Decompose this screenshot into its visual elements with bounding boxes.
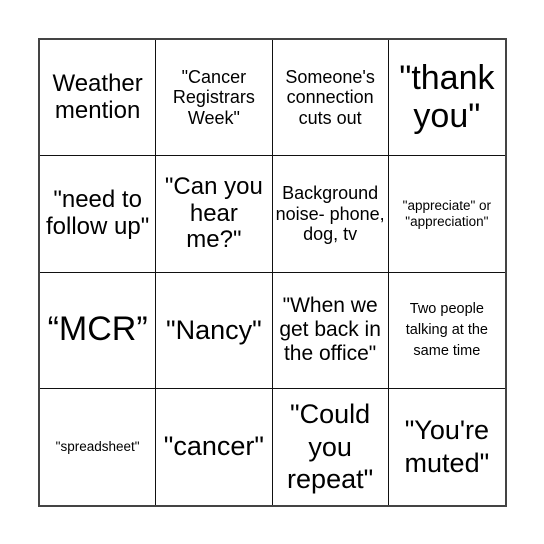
cell-text: Someone's connection cuts out: [285, 66, 375, 128]
cell-text: Background noise- phone, dog, tv: [275, 182, 385, 245]
cell-text: Weather mention: [52, 70, 143, 124]
bingo-cell[interactable]: Someone's connection cuts out: [272, 40, 389, 157]
cell-text: "Nancy": [166, 314, 262, 345]
bingo-cell[interactable]: Weather mention: [40, 40, 157, 157]
cell-text: "thank you": [399, 59, 495, 135]
bingo-cell[interactable]: "spreadsheet": [40, 388, 157, 505]
cell-text: "spreadsheet": [55, 439, 140, 455]
bingo-cell[interactable]: "Nancy": [156, 272, 273, 389]
cell-text: "Can you hear me?": [164, 173, 263, 254]
cell-text: Two people talking at the same time: [405, 300, 488, 359]
cell-text: "need to follow up": [46, 186, 150, 240]
bingo-cell[interactable]: "Could you repeat": [273, 388, 389, 505]
cell-text: "Cancer Registrars Week": [172, 66, 255, 128]
bingo-cell[interactable]: Background noise- phone, dog, tv: [272, 156, 389, 273]
bingo-cell[interactable]: “MCR”: [40, 272, 157, 389]
bingo-cell[interactable]: Two people talking at the same time: [388, 273, 505, 389]
bingo-cell[interactable]: "cancer": [156, 388, 273, 505]
cell-text: "You're muted": [404, 415, 490, 478]
bingo-grid: Weather mention "Cancer Registrars Week"…: [40, 40, 505, 505]
bingo-board: Weather mention "Cancer Registrars Week"…: [38, 38, 507, 507]
bingo-cell[interactable]: "need to follow up": [40, 156, 157, 273]
bingo-cell[interactable]: "Can you hear me?": [156, 156, 273, 273]
cell-text: "appreciate" or "appreciation": [402, 198, 492, 229]
bingo-cell[interactable]: "When we get back in the office": [272, 272, 389, 389]
bingo-cell[interactable]: "thank you": [388, 40, 505, 157]
cell-text: "cancer": [163, 431, 264, 462]
bingo-cell[interactable]: "You're muted": [389, 389, 505, 505]
cell-text: "Could you repeat": [287, 399, 374, 495]
cell-text: “MCR”: [47, 310, 148, 349]
bingo-cell[interactable]: "Cancer Registrars Week": [156, 40, 273, 157]
cell-text: "When we get back in the office": [279, 293, 381, 366]
bingo-cell[interactable]: "appreciate" or "appreciation": [388, 156, 505, 273]
